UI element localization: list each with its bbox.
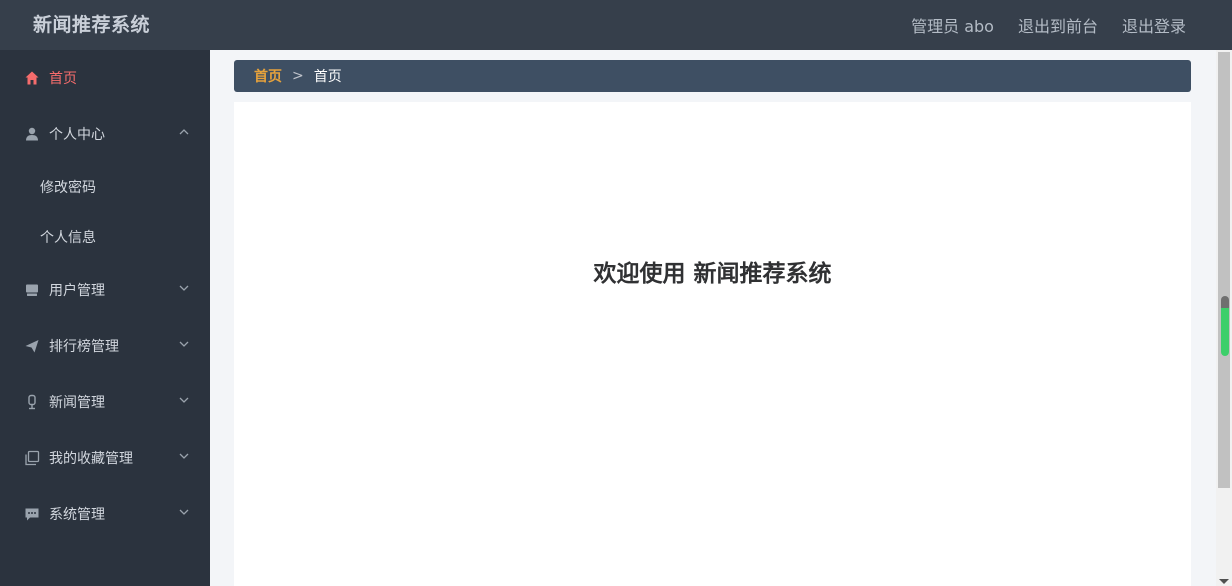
sidebar-item-user-management[interactable]: 用户管理 [0, 262, 210, 318]
user-icon [24, 126, 40, 142]
sidebar-item-label: 首页 [49, 71, 77, 87]
scrollbar-thumb[interactable] [1218, 52, 1230, 488]
sidebar-item-favorites-management[interactable]: 我的收藏管理 [0, 430, 210, 486]
scroll-down-arrow-icon[interactable] [1219, 579, 1229, 584]
sidebar-item-home[interactable]: 首页 [0, 50, 210, 106]
sidebar-item-system-management[interactable]: 系统管理 [0, 486, 210, 542]
sidebar-subitem-personal-info[interactable]: 个人信息 [0, 212, 210, 262]
sidebar-item-personal-center[interactable]: 个人中心 [0, 106, 210, 162]
chevron-down-icon [178, 450, 190, 462]
sidebar-item-label: 新闻管理 [49, 395, 105, 411]
sidebar-subitem-change-password[interactable]: 修改密码 [0, 162, 210, 212]
chevron-down-icon [178, 338, 190, 350]
scroll-indicator-bar [1221, 308, 1229, 356]
home-icon [24, 70, 40, 86]
top-header: 新闻推荐系统 管理员 abo 退出到前台 退出登录 [0, 0, 1232, 50]
breadcrumb: 首页 > 首页 [234, 60, 1191, 92]
chevron-down-icon [178, 282, 190, 294]
sidebar-item-ranking-management[interactable]: 排行榜管理 [0, 318, 210, 374]
paper-plane-icon [24, 338, 40, 354]
welcome-heading: 欢迎使用 新闻推荐系统 [593, 261, 832, 287]
microphone-icon [24, 394, 40, 410]
sidebar-item-label: 排行榜管理 [49, 339, 119, 355]
chevron-up-icon [178, 126, 190, 138]
chat-icon [24, 506, 40, 522]
chevron-down-icon [178, 394, 190, 406]
sidebar-item-news-management[interactable]: 新闻管理 [0, 374, 210, 430]
main-content: 欢迎使用 新闻推荐系统 [234, 102, 1191, 586]
exit-to-front-link[interactable]: 退出到前台 [1018, 13, 1098, 37]
copy-icon [24, 450, 40, 466]
sidebar-item-label: 系统管理 [49, 507, 105, 523]
sidebar-item-label: 用户管理 [49, 283, 105, 299]
chevron-down-icon [178, 506, 190, 518]
sidebar-item-label: 个人中心 [49, 127, 105, 143]
sidebar-item-label: 我的收藏管理 [49, 451, 133, 467]
sidebar: 首页 个人中心 修改密码 个人信息 用户管理 排行榜管理 新闻管理 我的收藏管理… [0, 50, 210, 586]
current-user-label: 管理员 abo [911, 17, 994, 36]
breadcrumb-current: 首页 [313, 69, 342, 85]
scroll-indicator-widget [1221, 296, 1229, 356]
breadcrumb-home-link[interactable]: 首页 [254, 66, 282, 86]
logout-link[interactable]: 退出登录 [1122, 13, 1186, 37]
monitor-icon [24, 282, 40, 298]
breadcrumb-separator: > [292, 68, 304, 84]
header-nav: 管理员 abo 退出到前台 退出登录 [887, 0, 1186, 50]
app-title: 新闻推荐系统 [33, 14, 151, 36]
